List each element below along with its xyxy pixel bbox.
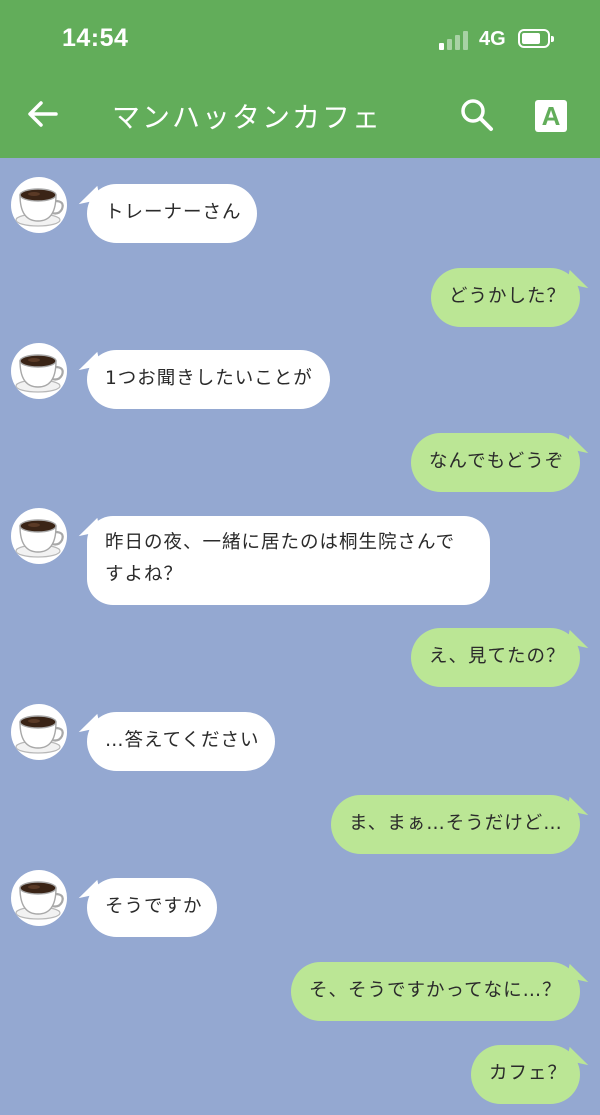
back-button[interactable] xyxy=(26,97,60,131)
signal-bar xyxy=(463,31,468,50)
battery-fill xyxy=(522,33,540,44)
message-text: 昨日の夜、一緒に居たのは桐生院さんで xyxy=(105,532,456,553)
message-text: トレーナーさん xyxy=(105,202,242,223)
chat-title: マンハッタンカフェ xyxy=(112,101,383,134)
signal-bar xyxy=(439,43,444,50)
message-text: すよね？ xyxy=(105,564,184,585)
message-text: そ、そうですかってなに…？ xyxy=(309,980,562,1001)
message-text: …答えてください xyxy=(105,730,260,751)
outgoing-message-bubble[interactable]: どうかした？ xyxy=(431,268,580,327)
incoming-message-bubble[interactable]: 1つお聞きしたいことが xyxy=(87,350,330,409)
outgoing-message-bubble[interactable]: カフェ？ xyxy=(471,1045,580,1104)
battery-icon xyxy=(518,29,554,48)
outgoing-message-bubble[interactable]: そ、そうですかってなに…？ xyxy=(291,962,580,1021)
battery-tip xyxy=(551,36,554,42)
coffee-cup-icon xyxy=(15,881,64,920)
outgoing-message-bubble[interactable]: なんでもどうぞ xyxy=(411,433,580,492)
message-text: 1つお聞きしたいことが xyxy=(105,368,313,389)
incoming-message-bubble[interactable]: トレーナーさん xyxy=(87,184,257,243)
message-text: どうかした？ xyxy=(449,286,567,307)
message-text: そうですか xyxy=(105,896,203,917)
avatar[interactable] xyxy=(11,704,67,760)
incoming-message-bubble[interactable]: …答えてください xyxy=(87,712,275,771)
translate-button[interactable]: A xyxy=(535,100,567,132)
message-text: カフェ？ xyxy=(489,1063,568,1084)
message-text: ま、まぁ…そうだけど… xyxy=(349,813,563,834)
outgoing-message-bubble[interactable]: え、見てたの？ xyxy=(411,628,580,687)
signal-strength-icon xyxy=(439,30,469,50)
avatar[interactable] xyxy=(11,177,67,233)
avatar[interactable] xyxy=(11,508,67,564)
message-text: え、見てたの？ xyxy=(429,646,566,667)
signal-bar xyxy=(455,35,460,50)
incoming-message-bubble[interactable]: 昨日の夜、一緒に居たのは桐生院さんで すよね？ xyxy=(87,516,490,605)
outgoing-message-bubble[interactable]: ま、まぁ…そうだけど… xyxy=(331,795,580,854)
avatar[interactable] xyxy=(11,343,67,399)
signal-bar xyxy=(447,39,452,50)
incoming-message-bubble[interactable]: そうですか xyxy=(87,878,217,937)
app-header: 14:54 4G マンハッタンカフェ A xyxy=(0,0,600,158)
avatar[interactable] xyxy=(11,870,67,926)
coffee-cup-icon xyxy=(15,715,64,754)
search-icon xyxy=(461,99,493,131)
coffee-cup-icon xyxy=(15,188,64,227)
status-time: 14:54 xyxy=(62,24,129,52)
arrow-left-icon xyxy=(28,101,58,127)
network-type: 4G xyxy=(479,28,506,50)
coffee-cup-icon xyxy=(15,354,64,393)
coffee-cup-icon xyxy=(15,519,64,558)
message-text: なんでもどうぞ xyxy=(429,451,565,472)
search-button[interactable] xyxy=(458,96,496,134)
